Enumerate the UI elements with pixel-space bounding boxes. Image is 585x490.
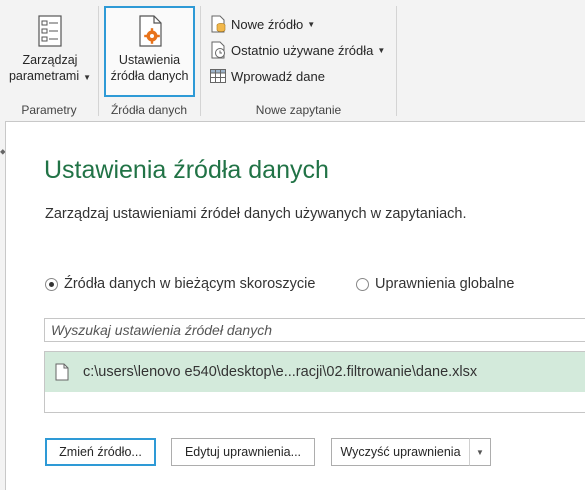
data-source-path: c:\users\lenovo e540\desktop\e...racji\0… bbox=[83, 364, 478, 380]
chevron-down-icon: ▼ bbox=[377, 45, 386, 55]
edit-permissions-button[interactable]: Edytuj uprawnienia... bbox=[171, 438, 315, 466]
enter-data-label: Wprowadź dane bbox=[231, 68, 325, 84]
radio-global-permissions[interactable]: Uprawnienia globalne bbox=[356, 276, 514, 292]
data-source-settings-dialog: Ustawienia źródła danych Zarządzaj ustaw… bbox=[5, 121, 585, 490]
recent-sources-label: Ostatnio używane źródła bbox=[231, 42, 374, 58]
change-source-button[interactable]: Zmień źródło... bbox=[45, 438, 156, 466]
data-source-settings-label-line1: Ustawienia bbox=[118, 53, 181, 67]
recent-sources-button[interactable]: Ostatnio używane źródła ▼ bbox=[209, 39, 385, 61]
radio-current-workbook[interactable]: Źródła danych w bieżącym skoroszycie bbox=[45, 276, 315, 292]
data-sources-list: c:\users\lenovo e540\desktop\e...racji\0… bbox=[44, 351, 585, 413]
enter-data-button[interactable]: Wprowadź dane bbox=[209, 65, 325, 87]
radio-button[interactable] bbox=[356, 277, 369, 291]
clear-permissions-dropdown-arrow[interactable]: ▼ bbox=[469, 438, 491, 466]
ribbon-group-divider bbox=[396, 6, 397, 116]
manage-parameters-button[interactable]: Zarządzaj parametrami ▼ bbox=[6, 8, 94, 94]
search-input[interactable]: Wyszukaj ustawienia źródeł danych bbox=[44, 318, 585, 342]
table-grid-icon bbox=[210, 69, 226, 83]
file-icon bbox=[55, 363, 69, 381]
chevron-down-icon: ▼ bbox=[307, 19, 316, 29]
ribbon-group-label-data-sources: Źródła danych bbox=[110, 103, 188, 117]
document-gear-icon bbox=[138, 15, 162, 47]
ribbon-group-new-query: Nowe źródło ▼ Ostatnio używane źródła ▼ Wp… bbox=[201, 0, 396, 121]
chevron-down-icon: ▼ bbox=[83, 73, 92, 82]
dialog-title: Ustawienia źródła danych bbox=[44, 156, 329, 184]
ribbon-group-label-parameters: Parametry bbox=[21, 103, 77, 117]
radio-global-permissions-label: Uprawnienia globalne bbox=[375, 276, 515, 292]
clear-permissions-button[interactable]: Wyczyść uprawnienia bbox=[331, 438, 470, 466]
data-source-settings-button[interactable]: Ustawienia źródła danych bbox=[104, 6, 195, 97]
radio-button-selected[interactable] bbox=[45, 277, 58, 291]
data-source-settings-label-line2: źródła danych bbox=[110, 69, 189, 83]
dialog-description: Zarządzaj ustawieniami źródeł danych uży… bbox=[45, 206, 467, 222]
manage-parameters-label-line2: parametrami ▼ bbox=[8, 69, 92, 83]
document-clock-icon bbox=[211, 41, 225, 59]
radio-current-workbook-label: Źródła danych w bieżącym skoroszycie bbox=[64, 276, 316, 292]
ribbon: Zarządzaj parametrami ▼ Parametry Ustawie… bbox=[0, 0, 585, 121]
ribbon-group-parameters: Zarządzaj parametrami ▼ Parametry bbox=[0, 0, 98, 121]
manage-parameters-label-line1: Zarządzaj bbox=[22, 53, 78, 67]
database-document-icon bbox=[211, 15, 226, 33]
new-source-label: Nowe źródło bbox=[231, 16, 304, 32]
parameters-list-icon bbox=[38, 15, 62, 47]
ribbon-group-data-sources: Ustawienia źródła danych Źródła danych bbox=[99, 0, 199, 121]
new-source-button[interactable]: Nowe źródło ▼ bbox=[209, 13, 315, 35]
list-item[interactable]: c:\users\lenovo e540\desktop\e...racji\0… bbox=[45, 352, 585, 392]
chevron-down-icon: ▼ bbox=[476, 447, 484, 457]
ribbon-group-label-new-query: Nowe zapytanie bbox=[255, 103, 342, 117]
